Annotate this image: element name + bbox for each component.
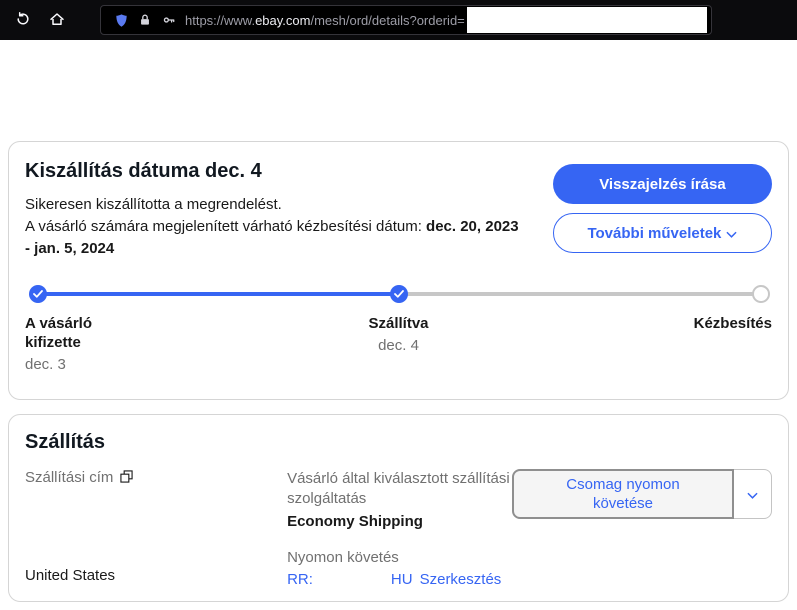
service-value: Economy Shipping	[287, 513, 423, 530]
track-package-button[interactable]: Csomag nyomon követése	[512, 469, 734, 519]
copy-address-button[interactable]	[120, 469, 133, 486]
progress-segment-complete	[37, 292, 399, 296]
tracking-protection-shield-icon[interactable]	[109, 8, 133, 32]
lock-icon[interactable]	[133, 8, 157, 32]
step-paid-label: A vásárló kifizette	[25, 315, 92, 351]
step-shipped-check-icon	[389, 285, 408, 303]
redacted-order-id	[466, 7, 707, 33]
home-button[interactable]	[42, 5, 72, 35]
url-bar[interactable]: https://www.ebay.com/mesh/ord/details?or…	[100, 5, 712, 35]
track-package-dropdown-button[interactable]	[734, 469, 772, 519]
home-icon	[49, 11, 65, 30]
url-path: /mesh/ord/details?orderid=	[310, 12, 465, 28]
reload-button[interactable]	[8, 5, 38, 35]
address-redacted-space	[25, 486, 287, 566]
step-delivery-label-block: Kézbesítés	[694, 314, 772, 333]
url-text: https://www.ebay.com/mesh/ord/details?or…	[185, 13, 465, 28]
shipping-address-label: Szállítási cím	[25, 469, 114, 486]
estimate-text: A vásárló számára megjelenített várható …	[25, 218, 427, 235]
service-label: Vásárló által kiválasztott szállítási sz…	[287, 470, 510, 507]
url-prefix: https://www.	[185, 12, 256, 28]
shipping-address-column: Szállítási cím United States	[25, 469, 287, 588]
more-actions-button[interactable]: További műveletek	[552, 213, 772, 253]
status-line1: Sikeresen kiszállította a megrendelést.	[25, 196, 282, 213]
step-delivery-circle-icon	[752, 285, 770, 303]
shipping-title: Szállítás	[25, 431, 106, 453]
progress-segment-pending	[398, 292, 762, 296]
order-progress-tracker	[27, 284, 770, 304]
step-shipped-label-block: Szállítva dec. 4	[368, 314, 428, 355]
shipping-actions-column: Csomag nyomon követése	[512, 469, 772, 588]
copy-icon	[120, 469, 133, 486]
shipping-country: United States	[25, 567, 116, 584]
progress-labels: A vásárló kifizette dec. 3 Szállítva dec…	[25, 314, 772, 392]
step-shipped-label: Szállítva	[368, 315, 429, 332]
status-delivery-estimate: A vásárló számára megjelenített várható …	[25, 216, 553, 260]
estimate-date-start: dec. 20, 2023	[426, 218, 519, 235]
status-title: Kiszállítás dátuma dec. 4	[25, 160, 262, 182]
reload-icon	[15, 11, 31, 30]
step-delivery-label: Kézbesítés	[693, 315, 772, 332]
step-paid-label-block: A vásárló kifizette dec. 3	[25, 314, 109, 374]
url-domain: ebay.com	[255, 12, 311, 28]
track-package-split-button: Csomag nyomon követése	[512, 469, 772, 519]
write-feedback-button[interactable]: Visszajelzés írása	[552, 164, 772, 204]
shipping-service-column: Vásárló által kiválasztott szállítási sz…	[287, 469, 512, 588]
shipping-card: Szállítás Szállítási cím United States V…	[8, 414, 789, 602]
browser-toolbar: https://www.ebay.com/mesh/ord/details?or…	[0, 0, 797, 40]
step-paid-check-icon	[29, 285, 47, 303]
tracking-edit-link[interactable]: Szerkesztés	[420, 571, 502, 588]
estimate-date-end: - jan. 5, 2024	[25, 240, 115, 257]
tracking-number-suffix: HU	[390, 571, 413, 588]
chevron-down-icon	[726, 225, 738, 242]
more-actions-label: További műveletek	[587, 224, 722, 242]
chevron-down-icon	[747, 487, 758, 502]
tracking-number-link[interactable]: RR:	[287, 571, 313, 588]
step-shipped-date: dec. 4	[378, 337, 419, 354]
step-paid-date: dec. 3	[25, 356, 66, 373]
site-permissions-icon[interactable]	[157, 8, 181, 32]
shipping-status-card: Kiszállítás dátuma dec. 4 Sikeresen kisz…	[8, 141, 789, 400]
tracking-label: Nyomon követés	[287, 549, 399, 566]
